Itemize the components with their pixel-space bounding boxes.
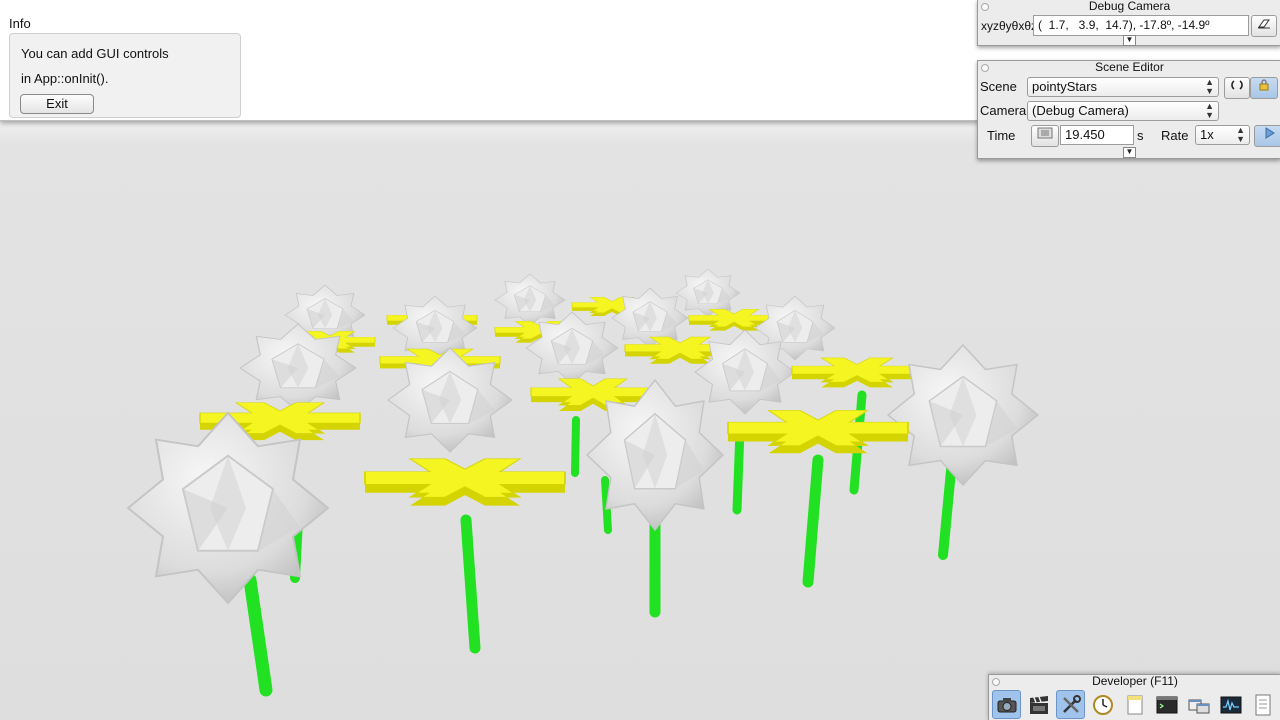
notes-icon[interactable] — [1120, 690, 1149, 719]
info-text-line-1: You can add GUI controls — [21, 46, 169, 61]
scene-editor-title: Scene Editor — [1095, 60, 1164, 74]
scene-editor-panel: Scene Editor Scene pointyStars ▲ ▼ Camera… — [977, 60, 1280, 159]
lock-icon[interactable] — [1250, 77, 1278, 99]
time-unit-label: s — [1137, 128, 1144, 143]
dropdown-arrows-icon: ▲ ▼ — [1205, 77, 1214, 96]
reload-icon[interactable] — [1224, 77, 1250, 99]
windows-icon[interactable] — [1184, 690, 1213, 719]
camera-label: Camera — [980, 103, 1027, 118]
film-clapper-icon[interactable] — [1024, 690, 1053, 719]
eraser-icon[interactable] — [1251, 15, 1277, 37]
debug-camera-panel: Debug Camera xyzθyθxθz ( 1.7, 3.9, 14.7)… — [977, 0, 1280, 46]
chevron-down-icon[interactable]: ▼ — [1123, 35, 1136, 46]
rate-dropdown-value: 1x — [1200, 127, 1214, 142]
tools-icon[interactable] — [1056, 690, 1085, 719]
time-field[interactable]: 19.450 — [1060, 125, 1134, 145]
info-pane: You can add GUI controls in App::onInit(… — [9, 33, 241, 118]
debug-camera-title: Debug Camera — [1088, 0, 1171, 13]
rate-dropdown[interactable]: 1x ▲ ▼ — [1195, 125, 1250, 145]
camera-icon[interactable] — [992, 690, 1021, 719]
chevron-down-icon[interactable]: ▼ — [1123, 147, 1136, 158]
play-icon[interactable] — [1254, 125, 1280, 147]
exit-button[interactable]: Exit — [20, 94, 94, 114]
camera-dropdown-value: (Debug Camera) — [1032, 103, 1129, 118]
film-reel-icon[interactable] — [1031, 125, 1059, 147]
dropdown-arrows-icon: ▲ ▼ — [1205, 101, 1214, 120]
camera-coords-field[interactable]: ( 1.7, 3.9, 14.7), -17.8º, -14.9º — [1033, 15, 1249, 36]
scene-dropdown[interactable]: pointyStars ▲ ▼ — [1027, 77, 1219, 97]
scene-label: Scene — [980, 79, 1017, 94]
camera-coords-label: xyzθyθxθz — [981, 19, 1038, 33]
waveform-icon[interactable] — [1216, 690, 1245, 719]
info-pane-title: Info — [9, 16, 31, 31]
document-icon[interactable] — [1248, 690, 1277, 719]
developer-toolbar: Developer (F11) — [988, 674, 1280, 720]
rate-label: Rate — [1161, 128, 1189, 143]
info-text-line-2: in App::onInit(). — [21, 71, 109, 86]
terminal-icon[interactable] — [1152, 690, 1181, 719]
clock-icon[interactable] — [1088, 690, 1117, 719]
developer-toolbar-title: Developer (F11) — [1092, 674, 1178, 688]
camera-dropdown[interactable]: (Debug Camera) ▲ ▼ — [1027, 101, 1219, 121]
dropdown-arrows-icon: ▲ ▼ — [1236, 125, 1245, 144]
scene-dropdown-value: pointyStars — [1032, 79, 1098, 94]
time-label: Time — [987, 128, 1016, 143]
